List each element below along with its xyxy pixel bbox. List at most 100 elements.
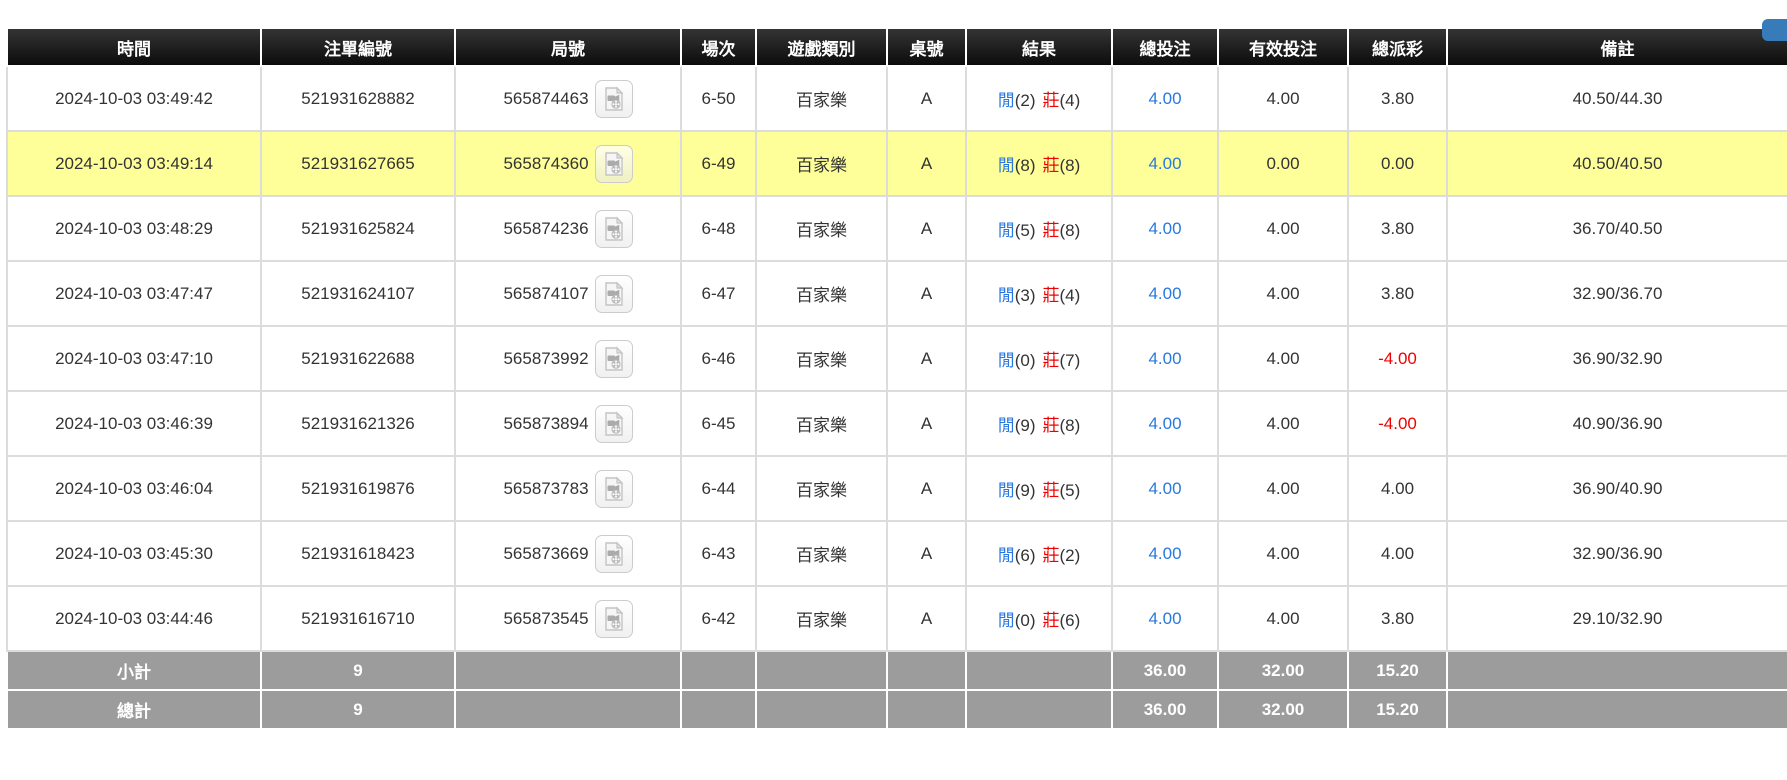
cell-remark: 40.50/44.30: [1447, 66, 1787, 131]
video-replay-button[interactable]: [595, 275, 633, 313]
table-row[interactable]: 2024-10-03 03:49:14 521931627665 5658743…: [7, 131, 1787, 196]
cell-result: 閒(3)莊(4): [966, 261, 1112, 326]
banker-score: (8): [1060, 221, 1081, 240]
cell-table-no: A: [887, 66, 966, 131]
cell-game-type: 百家樂: [756, 456, 887, 521]
column-header-time: 時間: [7, 28, 261, 66]
table-body: 2024-10-03 03:49:42 521931628882 5658744…: [7, 66, 1787, 651]
video-replay-button[interactable]: [595, 340, 633, 378]
round-number: 565873545: [503, 609, 588, 629]
cell-time: 2024-10-03 03:49:14: [7, 131, 261, 196]
corner-button[interactable]: [1762, 19, 1787, 41]
banker-label: 莊: [1043, 351, 1060, 370]
table-footer-row: 小計 9 36.00 32.00 15.20: [7, 651, 1787, 690]
video-replay-button[interactable]: [595, 210, 633, 248]
table-header-row: 時間注單編號局號場次遊戲類別桌號結果總投注有效投注總派彩備註: [7, 28, 1787, 66]
cell-total-payout: 4.00: [1348, 521, 1447, 586]
video-file-icon: [601, 281, 627, 307]
cell-total-bet: 4.00: [1112, 326, 1218, 391]
cell-bet-id: 521931619876: [261, 456, 455, 521]
footer-valid-bet: 32.00: [1218, 651, 1348, 690]
table-row[interactable]: 2024-10-03 03:48:29 521931625824 5658742…: [7, 196, 1787, 261]
round-number: 565874236: [503, 219, 588, 239]
player-score: (5): [1015, 221, 1036, 240]
cell-table-no: A: [887, 196, 966, 261]
cell-bet-id: 521931625824: [261, 196, 455, 261]
cell-time: 2024-10-03 03:45:30: [7, 521, 261, 586]
footer-total-payout: 15.20: [1348, 651, 1447, 690]
video-replay-button[interactable]: [595, 535, 633, 573]
cell-total-payout: 4.00: [1348, 456, 1447, 521]
table-row[interactable]: 2024-10-03 03:44:46 521931616710 5658735…: [7, 586, 1787, 651]
banker-label: 莊: [1043, 546, 1060, 565]
cell-session: 6-49: [681, 131, 756, 196]
cell-result: 閒(6)莊(2): [966, 521, 1112, 586]
video-replay-button[interactable]: [595, 145, 633, 183]
cell-session: 6-45: [681, 391, 756, 456]
banker-label: 莊: [1043, 286, 1060, 305]
table-row[interactable]: 2024-10-03 03:45:30 521931618423 5658736…: [7, 521, 1787, 586]
cell-round-id: 565873545: [455, 586, 681, 651]
cell-result: 閒(0)莊(6): [966, 586, 1112, 651]
banker-score: (5): [1060, 481, 1081, 500]
player-label: 閒: [998, 91, 1015, 110]
cell-total-payout: 0.00: [1348, 131, 1447, 196]
player-score: (0): [1015, 351, 1036, 370]
cell-total-payout: -4.00: [1348, 391, 1447, 456]
cell-bet-id: 521931616710: [261, 586, 455, 651]
cell-bet-id: 521931624107: [261, 261, 455, 326]
cell-bet-id: 521931627665: [261, 131, 455, 196]
video-file-icon: [601, 606, 627, 632]
player-score: (0): [1015, 611, 1036, 630]
player-label: 閒: [998, 221, 1015, 240]
player-score: (2): [1015, 91, 1036, 110]
cell-bet-id: 521931621326: [261, 391, 455, 456]
column-header-table_no: 桌號: [887, 28, 966, 66]
video-replay-button[interactable]: [595, 600, 633, 638]
table-row[interactable]: 2024-10-03 03:46:39 521931621326 5658738…: [7, 391, 1787, 456]
table-row[interactable]: 2024-10-03 03:46:04 521931619876 5658737…: [7, 456, 1787, 521]
column-header-valid_bet: 有效投注: [1218, 28, 1348, 66]
footer-label: 小計: [7, 651, 261, 690]
video-replay-button[interactable]: [595, 80, 633, 118]
footer-empty-round: [455, 651, 681, 690]
banker-score: (8): [1060, 156, 1081, 175]
round-number: 565874360: [503, 154, 588, 174]
table-row[interactable]: 2024-10-03 03:47:10 521931622688 5658739…: [7, 326, 1787, 391]
cell-session: 6-47: [681, 261, 756, 326]
cell-time: 2024-10-03 03:47:10: [7, 326, 261, 391]
cell-session: 6-46: [681, 326, 756, 391]
cell-remark: 40.50/40.50: [1447, 131, 1787, 196]
banker-score: (4): [1060, 91, 1081, 110]
video-file-icon: [601, 476, 627, 502]
banker-label: 莊: [1043, 91, 1060, 110]
footer-total-bet: 36.00: [1112, 651, 1218, 690]
video-replay-button[interactable]: [595, 470, 633, 508]
footer-empty-table-no: [887, 690, 966, 729]
cell-round-id: 565874463: [455, 66, 681, 131]
player-score: (3): [1015, 286, 1036, 305]
cell-game-type: 百家樂: [756, 196, 887, 261]
player-label: 閒: [998, 546, 1015, 565]
cell-time: 2024-10-03 03:46:39: [7, 391, 261, 456]
banker-label: 莊: [1043, 416, 1060, 435]
video-replay-button[interactable]: [595, 405, 633, 443]
cell-round-id: 565873669: [455, 521, 681, 586]
cell-game-type: 百家樂: [756, 326, 887, 391]
cell-game-type: 百家樂: [756, 261, 887, 326]
footer-count: 9: [261, 690, 455, 729]
cell-session: 6-48: [681, 196, 756, 261]
table-row[interactable]: 2024-10-03 03:47:47 521931624107 5658741…: [7, 261, 1787, 326]
footer-empty-game-type: [756, 651, 887, 690]
cell-table-no: A: [887, 521, 966, 586]
table-row[interactable]: 2024-10-03 03:49:42 521931628882 5658744…: [7, 66, 1787, 131]
footer-count: 9: [261, 651, 455, 690]
bet-history-table: 時間注單編號局號場次遊戲類別桌號結果總投注有效投注總派彩備註 2024-10-0…: [6, 27, 1787, 730]
banker-label: 莊: [1043, 611, 1060, 630]
footer-remark: [1447, 690, 1787, 729]
cell-valid-bet: 4.00: [1218, 456, 1348, 521]
cell-round-id: 565873894: [455, 391, 681, 456]
cell-time: 2024-10-03 03:44:46: [7, 586, 261, 651]
cell-valid-bet: 0.00: [1218, 131, 1348, 196]
cell-time: 2024-10-03 03:47:47: [7, 261, 261, 326]
